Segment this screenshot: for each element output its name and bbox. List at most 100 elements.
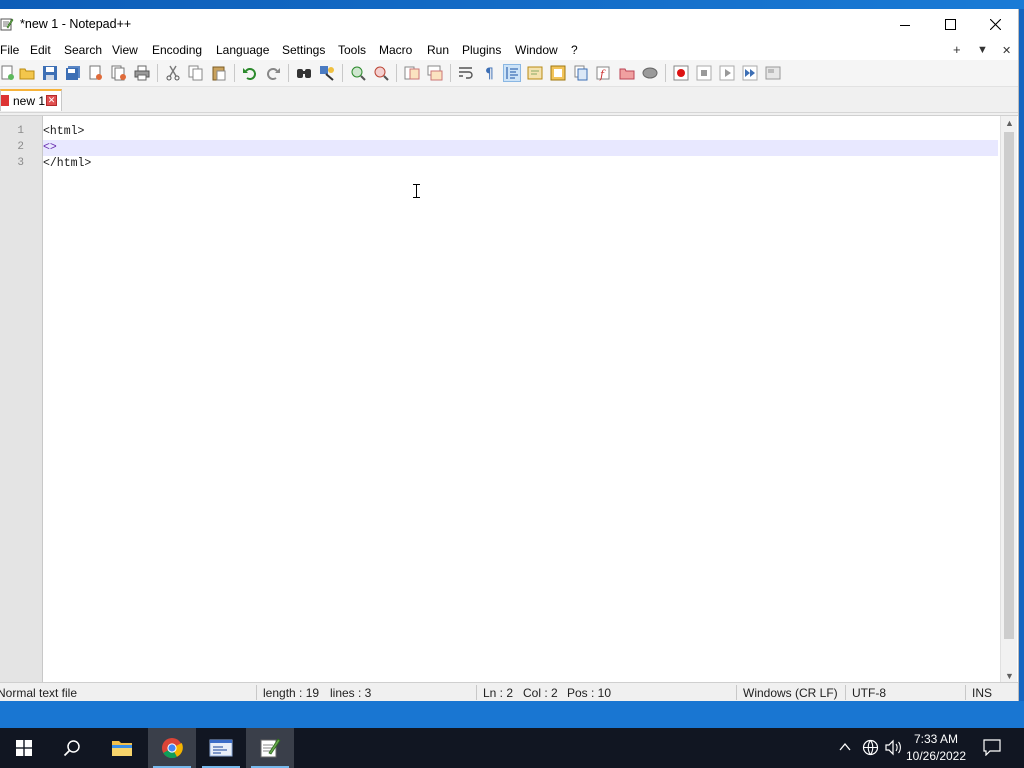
file-explorer-button[interactable]	[98, 728, 146, 768]
desktop-background	[0, 0, 1024, 9]
user-defined-language-icon[interactable]	[527, 65, 543, 81]
menu-macro[interactable]: Macro	[379, 43, 412, 57]
menu-search[interactable]: Search	[64, 43, 102, 57]
minimize-icon	[900, 24, 910, 26]
status-encoding[interactable]: UTF-8	[852, 686, 886, 700]
open-file-icon[interactable]	[19, 65, 35, 81]
toolbar-separator	[450, 64, 451, 82]
app-window-icon	[209, 739, 233, 757]
notification-icon[interactable]	[983, 739, 1001, 756]
print-icon[interactable]	[134, 65, 150, 81]
menu-run[interactable]: Run	[427, 43, 449, 57]
document-map-icon[interactable]	[550, 65, 566, 81]
vertical-scrollbar[interactable]: ▲ ▼	[1000, 116, 1017, 683]
menu-view[interactable]: View	[112, 43, 138, 57]
menu-window[interactable]: Window	[515, 43, 558, 57]
scrollbar-thumb[interactable]	[1004, 132, 1014, 639]
app-window-button[interactable]	[197, 728, 245, 768]
status-divider	[965, 685, 966, 700]
toolbar-separator	[157, 64, 158, 82]
tab-list-dropdown-icon[interactable]: ▼	[977, 44, 988, 56]
monitoring-icon[interactable]	[642, 65, 658, 81]
save-all-icon[interactable]	[65, 65, 81, 81]
find-icon[interactable]	[296, 65, 312, 81]
notepadpp-window: *new 1 - Notepad++ File Edit Search View…	[0, 9, 1019, 702]
maximize-icon	[944, 19, 956, 30]
network-icon[interactable]	[862, 739, 879, 756]
macro-save-icon[interactable]	[765, 65, 781, 81]
menu-language[interactable]: Language	[216, 43, 269, 57]
taskbar-search-button[interactable]	[48, 728, 96, 768]
close-all-icon[interactable]	[111, 65, 127, 81]
document-list-icon[interactable]	[573, 65, 589, 81]
paste-icon[interactable]	[211, 65, 227, 81]
scroll-down-icon[interactable]: ▼	[1005, 671, 1014, 681]
macro-record-icon[interactable]	[673, 65, 689, 81]
show-all-characters-icon[interactable]: ¶	[481, 65, 497, 81]
replace-icon[interactable]	[319, 65, 335, 81]
menu-edit[interactable]: Edit	[30, 43, 51, 57]
unsaved-document-icon	[1, 95, 9, 106]
word-wrap-icon[interactable]	[458, 65, 474, 81]
menu-settings[interactable]: Settings	[282, 43, 325, 57]
copy-icon[interactable]	[188, 65, 204, 81]
text-editor[interactable]: 1 2 3 <html> <> </html> ▲ ▼	[0, 115, 1018, 683]
status-divider	[845, 685, 846, 700]
maximize-button[interactable]	[927, 9, 973, 40]
menu-file[interactable]: File	[0, 43, 19, 57]
toolbar-separator	[342, 64, 343, 82]
zoom-out-icon[interactable]	[373, 65, 389, 81]
folder-as-workspace-icon[interactable]	[619, 65, 635, 81]
menu-plugins[interactable]: Plugins	[462, 43, 501, 57]
status-bar: Normal text file length : 19 lines : 3 L…	[0, 682, 1018, 702]
close-file-icon[interactable]	[88, 65, 104, 81]
volume-icon[interactable]	[885, 739, 902, 756]
line-number: 2	[17, 141, 24, 153]
status-length: length : 19	[263, 686, 320, 700]
macro-stop-icon[interactable]	[696, 65, 712, 81]
notepadpp-app-icon	[0, 18, 14, 31]
tab-new-1[interactable]: new 1 ✕	[0, 89, 62, 111]
chevron-up-icon[interactable]	[839, 742, 851, 752]
close-button[interactable]	[972, 9, 1018, 40]
code-line: <html>	[43, 125, 85, 138]
undo-icon[interactable]	[242, 65, 258, 81]
scroll-up-icon[interactable]: ▲	[1005, 118, 1014, 128]
toolbar-separator	[234, 64, 235, 82]
menu-bar: File Edit Search View Encoding Language …	[0, 40, 1018, 60]
file-explorer-icon	[112, 741, 132, 756]
system-clock[interactable]: 7:33 AM 10/26/2022	[904, 731, 968, 765]
window-title: *new 1 - Notepad++	[20, 17, 132, 31]
status-insert-mode: INS	[972, 686, 993, 700]
status-filetype: Normal text file	[0, 686, 78, 700]
start-button[interactable]	[0, 728, 48, 768]
indent-guide-icon[interactable]	[503, 64, 521, 82]
status-divider	[476, 685, 477, 700]
macro-run-multiple-icon[interactable]	[742, 65, 758, 81]
function-list-icon[interactable]: f	[596, 65, 612, 81]
minimize-button[interactable]	[882, 9, 928, 40]
zoom-in-icon[interactable]	[350, 65, 366, 81]
notepadpp-taskbar-button[interactable]	[246, 728, 294, 768]
close-document-icon[interactable]: ✕	[1002, 44, 1011, 57]
chrome-button[interactable]	[148, 728, 196, 768]
redo-icon[interactable]	[265, 65, 281, 81]
chrome-icon	[162, 738, 183, 759]
start-icon	[16, 740, 32, 756]
tab-close-icon[interactable]: ✕	[46, 95, 57, 106]
sync-vertical-scroll-icon[interactable]	[404, 65, 420, 81]
menu-help[interactable]: ?	[571, 43, 578, 57]
menu-encoding[interactable]: Encoding	[152, 43, 202, 57]
macro-play-icon[interactable]	[719, 65, 735, 81]
status-eol[interactable]: Windows (CR LF)	[743, 686, 838, 700]
cut-icon[interactable]	[165, 65, 181, 81]
sync-horizontal-scroll-icon[interactable]	[427, 65, 443, 81]
status-ln: Ln : 2	[483, 686, 514, 700]
status-pos: Pos : 10	[567, 686, 612, 700]
new-tab-plus-icon[interactable]: +	[953, 42, 961, 57]
menu-tools[interactable]: Tools	[338, 43, 366, 57]
desktop-background	[0, 701, 1024, 728]
status-divider	[736, 685, 737, 700]
save-icon[interactable]	[42, 65, 58, 81]
new-file-icon[interactable]	[0, 65, 16, 81]
